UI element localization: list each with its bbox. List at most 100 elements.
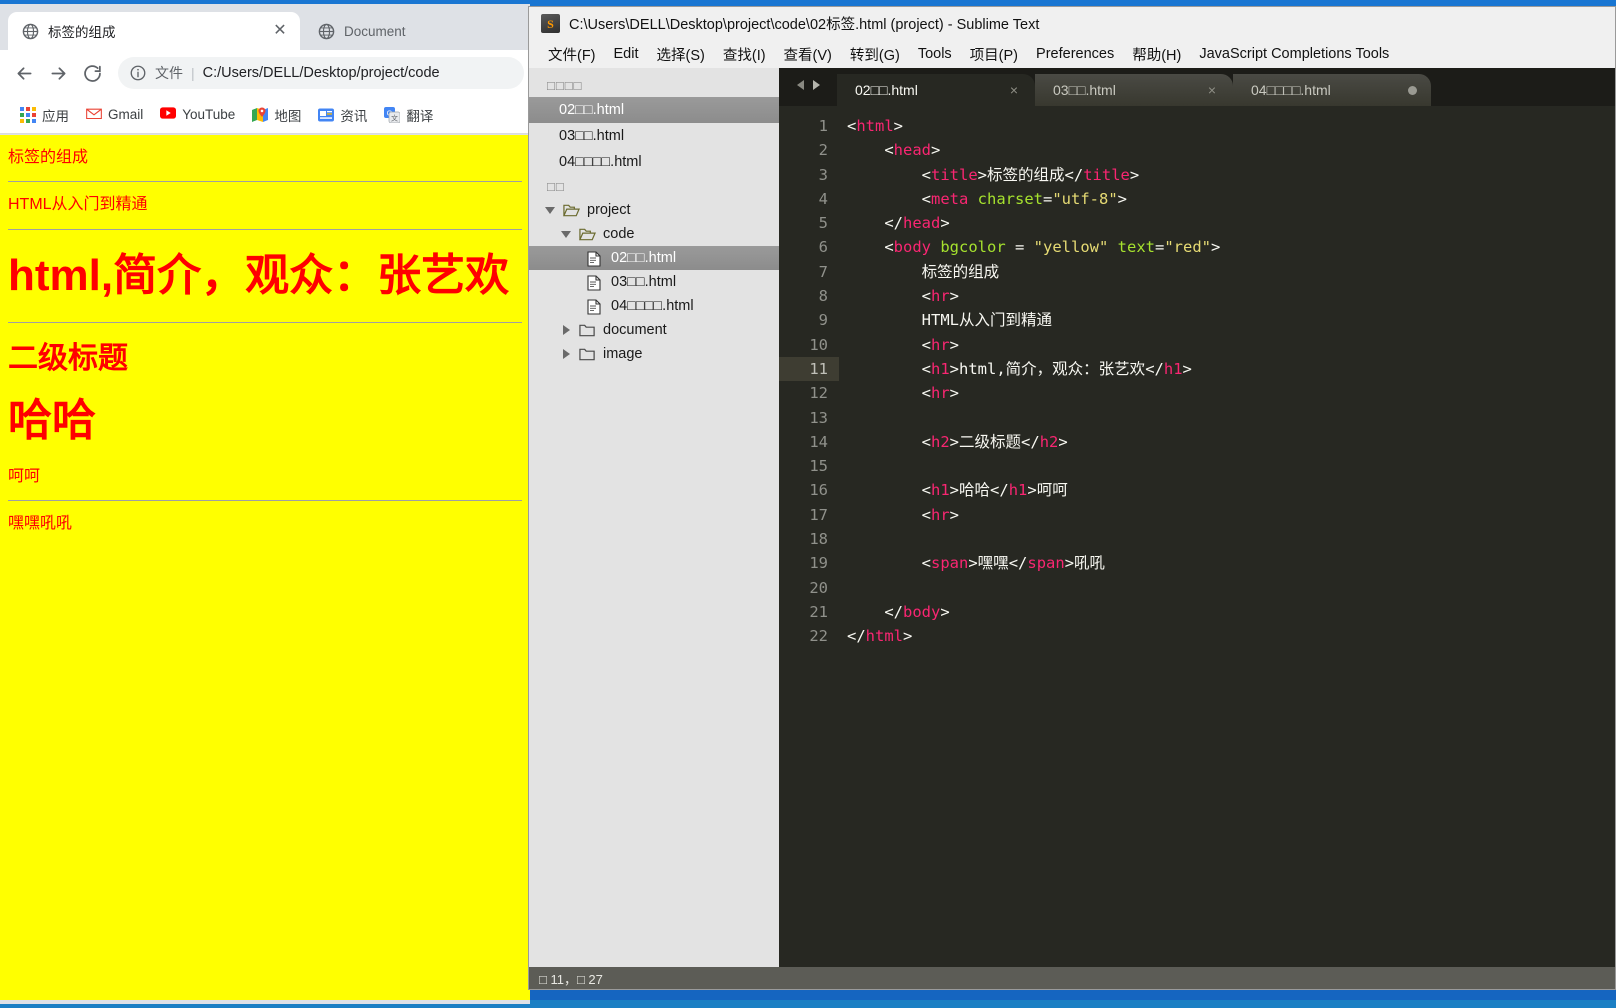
sidebar-open-file-03[interactable]: 03□□.html xyxy=(529,123,779,149)
chevron-right-icon[interactable] xyxy=(561,324,572,336)
code-line: <hr> xyxy=(921,505,960,524)
menu-file[interactable]: 文件(F) xyxy=(539,41,605,68)
close-icon[interactable]: ✕ xyxy=(270,21,290,41)
globe-icon xyxy=(22,23,39,40)
bookmark-label: 翻译 xyxy=(406,108,434,124)
folder-open-icon xyxy=(579,227,596,242)
info-circle-icon[interactable] xyxy=(129,64,147,82)
sidebar-open-file-04[interactable]: 04□□□□.html xyxy=(529,149,779,175)
editor-tab-03[interactable]: 03□□.html × xyxy=(1035,74,1233,106)
sidebar-file-04[interactable]: 04□□□□.html xyxy=(529,294,779,318)
browser-toolbar: 文件 | C:/Users/DELL/Desktop/project/code xyxy=(0,50,530,96)
sidebar-file-02[interactable]: 02□□.html xyxy=(529,246,779,270)
page-h1-haha: 哈哈 xyxy=(8,396,96,446)
sidebar-folder-project[interactable]: project xyxy=(529,198,779,222)
menu-tools[interactable]: Tools xyxy=(909,43,961,65)
code-line: <h1>html,简介，观众：张艺欢</h1> xyxy=(921,359,1192,378)
back-arrow-icon[interactable] xyxy=(8,57,40,89)
line-number: 12 xyxy=(809,384,828,403)
line-number: 3 xyxy=(818,165,828,184)
reload-icon[interactable] xyxy=(76,57,108,89)
line-number: 13 xyxy=(809,408,828,427)
sidebar-folder-label: document xyxy=(603,322,667,338)
chevron-down-icon[interactable] xyxy=(561,229,572,240)
bookmark-maps[interactable]: 地图 xyxy=(244,101,309,129)
sublime-window-title: C:\Users\DELL\Desktop\project\code\02标签.… xyxy=(569,17,1040,33)
browser-tab-inactive[interactable]: Document xyxy=(304,12,530,50)
menu-help[interactable]: 帮助(H) xyxy=(1123,41,1190,68)
sidebar-folder-image[interactable]: image xyxy=(529,342,779,366)
bookmark-youtube[interactable]: YouTube xyxy=(152,103,243,127)
close-icon[interactable]: × xyxy=(1205,82,1219,98)
close-icon[interactable]: × xyxy=(1007,82,1021,98)
menu-project[interactable]: 项目(P) xyxy=(961,41,1027,68)
code-line: HTML从入门到精通 xyxy=(847,311,1052,330)
chevron-down-icon[interactable] xyxy=(545,205,556,216)
line-number: 6 xyxy=(818,238,828,257)
tab-next-icon[interactable] xyxy=(812,78,822,96)
sublime-title-bar[interactable]: S C:\Users\DELL\Desktop\project\code\02标… xyxy=(529,7,1615,40)
tab-prev-icon[interactable] xyxy=(795,78,805,96)
code-line: 标签的组成 xyxy=(847,262,1000,281)
menu-edit[interactable]: Edit xyxy=(605,43,648,65)
address-bar[interactable]: 文件 | C:/Users/DELL/Desktop/project/code xyxy=(118,57,524,89)
code-line: <hr> xyxy=(921,335,960,354)
line-number: 20 xyxy=(809,578,828,597)
address-bar-url: C:/Users/DELL/Desktop/project/code xyxy=(202,65,440,81)
sidebar-folder-code[interactable]: code xyxy=(529,222,779,246)
bookmark-translate[interactable]: G 文 翻译 xyxy=(376,101,441,129)
line-number: 21 xyxy=(809,602,828,621)
address-bar-separator: | xyxy=(191,65,195,81)
bookmark-news[interactable]: 资讯 xyxy=(310,101,375,129)
sidebar-file-label: 03□□.html xyxy=(611,274,677,290)
html-file-icon xyxy=(587,298,604,315)
line-number-active: 11 xyxy=(779,356,839,382)
sidebar-file-03[interactable]: 03□□.html xyxy=(529,270,779,294)
gmail-icon xyxy=(86,107,102,123)
menu-goto[interactable]: 转到(G) xyxy=(841,41,909,68)
code-lines[interactable]: <html> <head> <title>标签的组成</title> <meta… xyxy=(839,106,1615,969)
tab-nav-arrows[interactable] xyxy=(779,68,837,106)
page-h2-subtitle: 二级标题 xyxy=(8,342,128,376)
bookmark-apps[interactable]: 应用 xyxy=(12,101,77,129)
page-hr-3 xyxy=(8,322,522,324)
menu-selection[interactable]: 选择(S) xyxy=(648,41,714,68)
page-span-line: 嘿嘿吼吼 xyxy=(8,514,73,532)
browser-tab-title: 标签的组成 xyxy=(48,25,116,40)
apps-grid-icon xyxy=(20,106,36,123)
menu-javascript-completions-tools[interactable]: JavaScript Completions Tools xyxy=(1190,43,1398,65)
browser-tab-title: Document xyxy=(344,23,406,39)
bookmark-gmail[interactable]: Gmail xyxy=(78,103,151,127)
code-editor[interactable]: 1 2 3 4 5 6 7 8 9 10 11 12 13 14 15 16 1 xyxy=(779,106,1615,969)
menu-view[interactable]: 查看(V) xyxy=(775,41,841,68)
browser-tab-active[interactable]: 标签的组成 ✕ xyxy=(8,12,300,50)
line-number: 14 xyxy=(809,432,828,451)
editor-tab-label: 03□□.html xyxy=(1053,82,1116,98)
sidebar-file-label: 04□□□□.html xyxy=(611,298,694,314)
sidebar-folder-document[interactable]: document xyxy=(529,318,779,342)
code-line: <h2>二级标题</h2> xyxy=(921,432,1068,451)
page-line-2: HTML从入门到精通 xyxy=(8,196,148,214)
page-hr-2 xyxy=(8,228,522,230)
sublime-editor-pane: 02□□.html × 03□□.html × 04□□□□.html 1 2 … xyxy=(779,68,1615,969)
sidebar-folder-label: code xyxy=(603,226,635,242)
chevron-right-icon[interactable] xyxy=(561,348,572,360)
news-icon xyxy=(318,107,335,123)
menu-find[interactable]: 查找(I) xyxy=(714,41,775,68)
sidebar-open-file-02[interactable]: 02□□.html xyxy=(529,97,779,123)
line-number: 19 xyxy=(809,554,828,573)
editor-tab-label: 04□□□□.html xyxy=(1251,82,1331,98)
bookmark-label: 地图 xyxy=(274,108,302,124)
page-h1-intro: html,简介，观众：张艺欢 xyxy=(8,250,510,300)
code-line: <title>标签的组成</title> xyxy=(921,165,1140,184)
menu-preferences[interactable]: Preferences xyxy=(1027,43,1123,65)
line-number-gutter: 1 2 3 4 5 6 7 8 9 10 11 12 13 14 15 16 1 xyxy=(779,106,839,969)
browser-tab-strip: 标签的组成 ✕ Document xyxy=(0,4,530,50)
code-line: <html> xyxy=(847,117,904,135)
editor-tab-02[interactable]: 02□□.html × xyxy=(837,74,1035,106)
editor-tab-04[interactable]: 04□□□□.html xyxy=(1233,74,1431,106)
forward-arrow-icon[interactable] xyxy=(42,57,74,89)
folder-open-icon xyxy=(563,203,580,218)
line-number: 4 xyxy=(818,189,828,208)
unsaved-changes-dot-icon[interactable] xyxy=(1408,85,1417,95)
